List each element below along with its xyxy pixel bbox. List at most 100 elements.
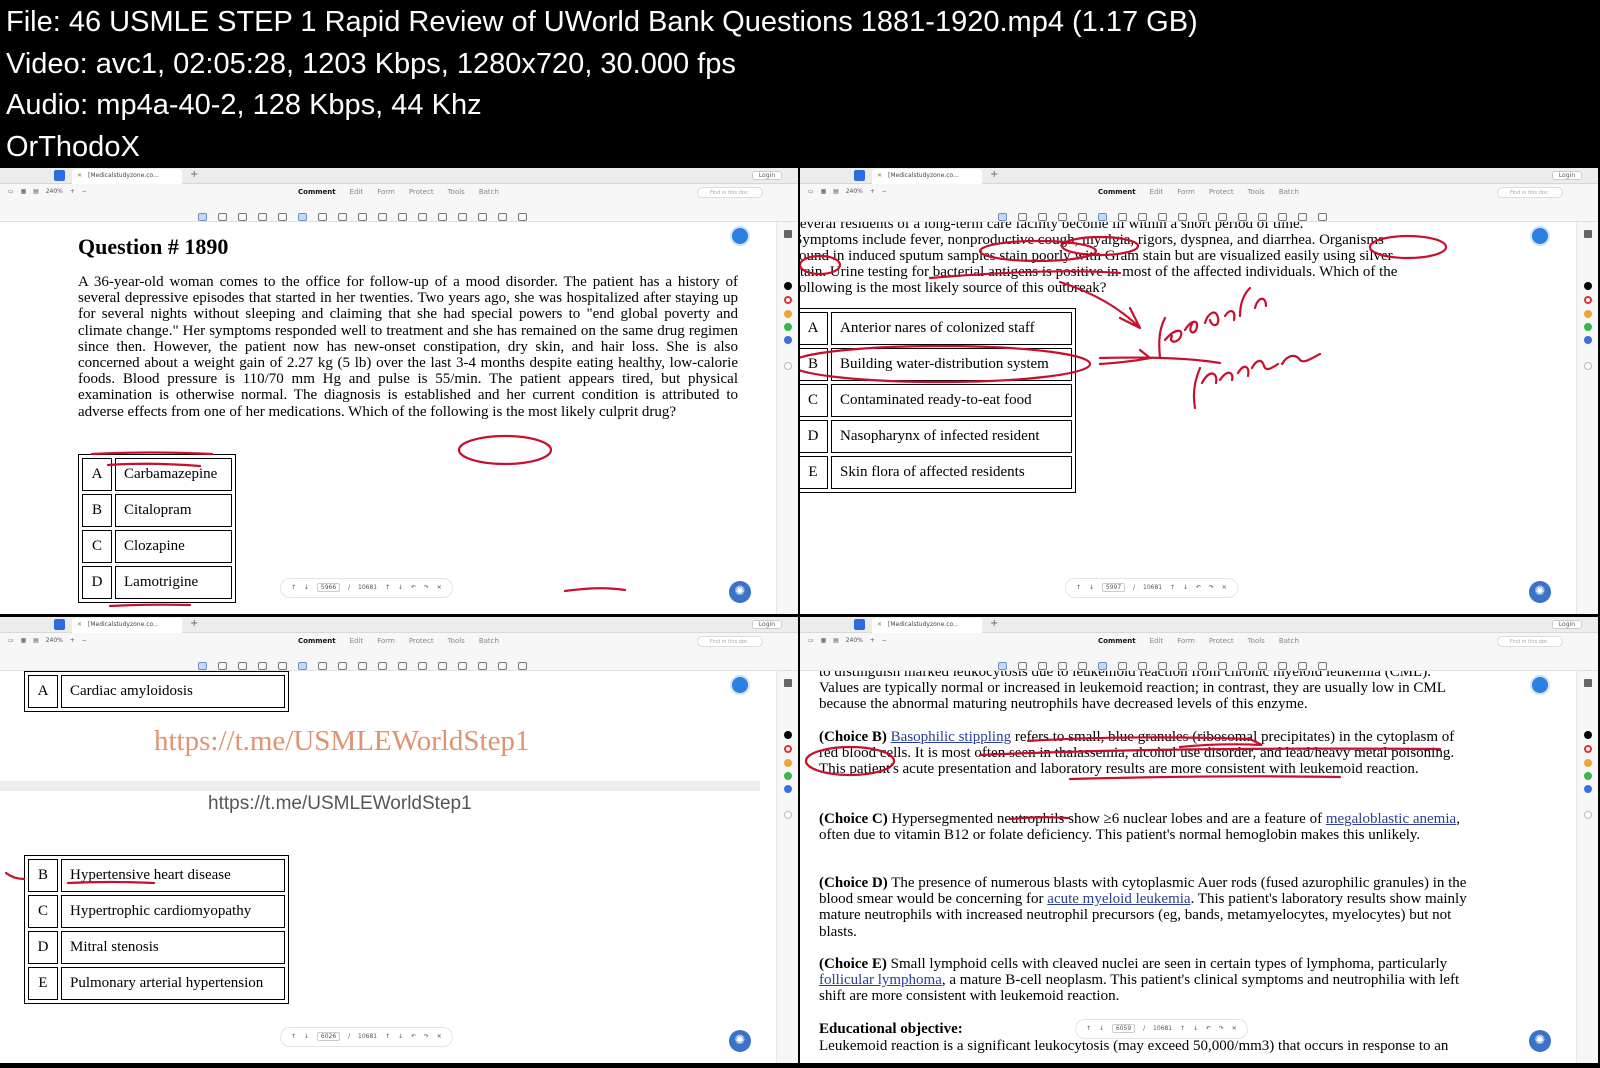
note-icon[interactable]	[1198, 661, 1207, 670]
choice-row[interactable]: B Hypertensive heart disease	[28, 859, 285, 892]
textbox-icon[interactable]	[358, 661, 367, 670]
attach-icon[interactable]	[438, 661, 447, 670]
stamp-icon[interactable]	[478, 212, 487, 221]
menu-icon[interactable]	[784, 230, 792, 238]
menu-tools[interactable]: Tools	[1248, 188, 1265, 196]
attach-icon[interactable]	[1238, 661, 1247, 670]
note-icon[interactable]	[398, 212, 407, 221]
close-tab-icon[interactable]: ✕	[77, 172, 82, 179]
text-icon[interactable]	[338, 661, 347, 670]
menu-batch[interactable]: Batch	[479, 637, 499, 645]
follicular-lymphoma-link[interactable]: follicular lymphoma	[819, 972, 942, 988]
signature-icon[interactable]	[1298, 661, 1307, 670]
choice-row[interactable]: D Nasopharynx of infected resident	[800, 420, 1072, 453]
view-controls[interactable]: ▭ ▦ ▤ 240% + −	[8, 637, 87, 644]
menu-protect[interactable]: Protect	[409, 188, 434, 196]
textbox-icon[interactable]	[358, 212, 367, 221]
acute-myeloid-leukemia-link[interactable]: acute myeloid leukemia	[1047, 891, 1190, 907]
color-green-swatch[interactable]	[1584, 323, 1592, 331]
menu-icon[interactable]	[784, 679, 792, 687]
new-tab-icon[interactable]: +	[190, 618, 198, 629]
color-picker-icon[interactable]	[1584, 811, 1592, 819]
callout-icon[interactable]	[1178, 661, 1187, 670]
highlight-icon[interactable]	[198, 661, 207, 670]
attach-icon[interactable]	[438, 212, 447, 221]
eye-icon[interactable]	[518, 661, 527, 670]
close-tab-icon[interactable]: ✕	[877, 621, 882, 628]
choice-row[interactable]: B Citalopram	[82, 494, 232, 527]
page-navigator[interactable]: ↑ ↓ 5997 / 10681 ↑ ↓ ↶ ↷ ✕	[1065, 578, 1238, 598]
search-input[interactable]: Find in this doc	[1497, 636, 1563, 647]
signature-icon[interactable]	[1298, 212, 1307, 221]
choice-row[interactable]: C Hypertrophic cardiomyopathy	[28, 895, 285, 928]
choice-row[interactable]: B Building water-distribution system	[800, 348, 1072, 381]
menu-comment[interactable]: Comment	[298, 637, 336, 645]
page-number[interactable]: 6026	[316, 1032, 341, 1041]
area-icon[interactable]	[1258, 212, 1267, 221]
menu-tools[interactable]: Tools	[448, 188, 465, 196]
color-blue-swatch[interactable]	[784, 785, 792, 793]
search-input[interactable]: Find in this doc	[697, 187, 763, 198]
menu-comment[interactable]: Comment	[1098, 188, 1136, 196]
area-icon[interactable]	[1258, 661, 1267, 670]
eraser-icon[interactable]	[318, 212, 327, 221]
squiggly-icon[interactable]	[1058, 661, 1067, 670]
basophilic-stippling-link[interactable]: Basophilic stippling	[891, 729, 1011, 745]
choice-row[interactable]: E Skin flora of affected residents	[800, 456, 1072, 489]
underline-icon[interactable]	[218, 212, 227, 221]
login-button[interactable]: Login	[751, 620, 782, 629]
choice-row[interactable]: D Mitral stenosis	[28, 931, 285, 964]
document-tab[interactable]: ✕ [Medicalstudyzone.co...	[72, 618, 182, 633]
text-icon[interactable]	[1138, 212, 1147, 221]
page-number[interactable]: 5997	[1101, 583, 1126, 592]
eye-icon[interactable]	[1318, 661, 1327, 670]
strikeout-icon[interactable]	[238, 661, 247, 670]
choice-row[interactable]: E Pulmonary arterial hypertension	[28, 967, 285, 1000]
choice-row[interactable]: A Anterior nares of colonized staff	[800, 312, 1072, 345]
menu-form[interactable]: Form	[1177, 637, 1195, 645]
choice-row[interactable]: A Cardiac amyloidosis	[28, 675, 285, 708]
menu-protect[interactable]: Protect	[1209, 188, 1234, 196]
replace-text-icon[interactable]	[1078, 661, 1087, 670]
color-orange-swatch[interactable]	[784, 759, 792, 767]
color-orange-swatch[interactable]	[1584, 310, 1592, 318]
zoom-level[interactable]: 240%	[846, 637, 863, 644]
eraser-icon[interactable]	[1118, 212, 1127, 221]
highlight-icon[interactable]	[998, 212, 1007, 221]
eraser-icon[interactable]	[318, 661, 327, 670]
view-controls[interactable]: ▭ ▦ ▤ 240% + −	[8, 188, 87, 195]
color-red-swatch[interactable]	[1584, 296, 1592, 304]
new-tab-icon[interactable]: +	[190, 169, 198, 180]
replace-text-icon[interactable]	[278, 212, 287, 221]
underline-icon[interactable]	[218, 661, 227, 670]
strikeout-icon[interactable]	[1038, 212, 1047, 221]
zoom-level[interactable]: 240%	[46, 637, 63, 644]
menu-form[interactable]: Form	[377, 637, 395, 645]
color-blue-swatch[interactable]	[784, 336, 792, 344]
color-green-swatch[interactable]	[784, 323, 792, 331]
menu-protect[interactable]: Protect	[1209, 637, 1234, 645]
menu-batch[interactable]: Batch	[1279, 637, 1299, 645]
page-navigator[interactable]: ↑ ↓ 6059 / 10681 ↑ ↓ ↶ ↷ ✕	[1075, 1019, 1248, 1039]
search-input[interactable]: Find in this doc	[1497, 187, 1563, 198]
callout-icon[interactable]	[378, 212, 387, 221]
squiggly-icon[interactable]	[258, 661, 267, 670]
view-controls[interactable]: ▭ ▦ ▤ 240% + −	[808, 637, 887, 644]
choice-row[interactable]: C Clozapine	[82, 530, 232, 563]
new-tab-icon[interactable]: +	[990, 618, 998, 629]
color-red-swatch[interactable]	[784, 745, 792, 753]
eye-icon[interactable]	[1318, 212, 1327, 221]
color-red-swatch[interactable]	[784, 296, 792, 304]
signature-icon[interactable]	[498, 212, 507, 221]
menu-form[interactable]: Form	[377, 188, 395, 196]
underline-icon[interactable]	[1018, 212, 1027, 221]
stamp-icon[interactable]	[478, 661, 487, 670]
color-black-swatch[interactable]	[784, 731, 792, 739]
page-number[interactable]: 5966	[316, 583, 341, 592]
menu-edit[interactable]: Edit	[1150, 188, 1164, 196]
color-blue-swatch[interactable]	[1584, 785, 1592, 793]
textbox-icon[interactable]	[1158, 212, 1167, 221]
shape-icon[interactable]	[1218, 212, 1227, 221]
menu-protect[interactable]: Protect	[409, 637, 434, 645]
shape-icon[interactable]	[418, 212, 427, 221]
